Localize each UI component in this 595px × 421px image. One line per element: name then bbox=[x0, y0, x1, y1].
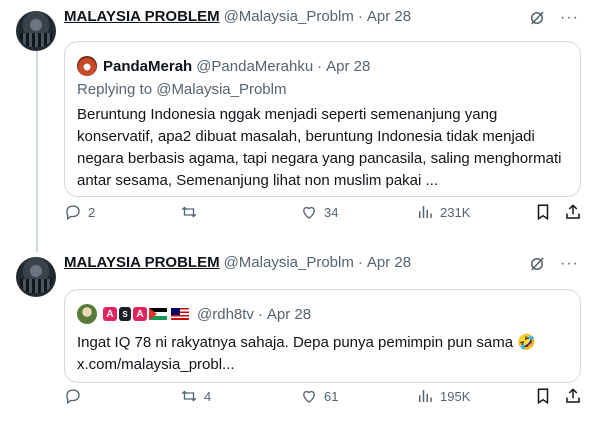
quote-date[interactable]: Apr 28 bbox=[267, 306, 311, 323]
name-badge-a: A bbox=[133, 307, 147, 321]
date-separator: · bbox=[357, 8, 363, 25]
heart-icon bbox=[303, 390, 315, 403]
views-count: 231K bbox=[440, 204, 471, 220]
tweet-top-actions: ··· bbox=[528, 255, 579, 273]
quote-body: Beruntung Indonesia nggak menjadi sepert… bbox=[77, 106, 562, 189]
like-button[interactable]: 34 bbox=[300, 203, 338, 221]
quote-author-handle[interactable]: @PandaMerahku bbox=[196, 58, 313, 75]
quote-body: Ingat IQ 78 ni rakyatnya sahaja. Depa pu… bbox=[77, 332, 568, 376]
like-button[interactable]: 61 bbox=[300, 387, 338, 405]
quote-date[interactable]: Apr 28 bbox=[326, 58, 370, 75]
quote-header: PandaMerah @PandaMerahku · Apr 28 bbox=[77, 54, 568, 78]
quote-body-line: Ingat IQ 78 ni rakyatnya sahaja. Depa pu… bbox=[77, 334, 536, 351]
share-icon bbox=[566, 204, 580, 219]
bookmark-icon bbox=[537, 388, 549, 405]
reply-icon bbox=[66, 389, 80, 405]
quote-header: A S A @rdh8tv · Apr 28 bbox=[77, 302, 568, 326]
views-button[interactable]: 195K bbox=[416, 387, 470, 405]
date-separator: · bbox=[257, 305, 263, 323]
avatar[interactable] bbox=[16, 257, 56, 297]
quote-avatar[interactable] bbox=[77, 56, 97, 76]
views-icon bbox=[419, 390, 432, 402]
author-name[interactable]: MALAYSIA PROBLEM bbox=[64, 8, 220, 25]
bookmark-button[interactable] bbox=[534, 203, 552, 221]
views-icon bbox=[419, 206, 432, 218]
palestine-flag-icon bbox=[149, 308, 167, 320]
reply-button[interactable] bbox=[64, 387, 88, 405]
share-icon bbox=[566, 388, 580, 403]
views-count: 195K bbox=[440, 388, 471, 404]
tweet-2[interactable]: MALAYSIA PROBLEM @Malaysia_Problm · Apr … bbox=[0, 246, 595, 421]
date-separator: · bbox=[357, 254, 363, 271]
more-icon[interactable]: ··· bbox=[560, 9, 579, 27]
reply-button[interactable]: 2 bbox=[64, 203, 95, 221]
date-separator: · bbox=[317, 57, 323, 75]
tweet-date[interactable]: Apr 28 bbox=[367, 8, 411, 25]
avatar[interactable] bbox=[16, 11, 56, 51]
retweet-icon bbox=[181, 390, 197, 402]
author-handle[interactable]: @Malaysia_Problm bbox=[224, 8, 354, 25]
malaysia-flag-icon bbox=[171, 308, 189, 320]
like-count: 34 bbox=[324, 204, 339, 220]
quote-avatar[interactable] bbox=[77, 304, 97, 324]
replying-to: Replying to @Malaysia_Problm bbox=[77, 81, 287, 98]
name-badge-a: A bbox=[103, 307, 117, 321]
reply-count: 2 bbox=[88, 204, 96, 220]
grok-icon[interactable] bbox=[528, 9, 546, 27]
bookmark-icon bbox=[537, 204, 549, 221]
tweet-date[interactable]: Apr 28 bbox=[367, 254, 411, 271]
tweet-header: MALAYSIA PROBLEM @Malaysia_Problm · Apr … bbox=[64, 254, 411, 271]
heart-icon bbox=[303, 206, 315, 219]
name-badge-mid: S bbox=[119, 307, 131, 321]
tweet-top-actions: ··· bbox=[528, 9, 579, 27]
like-count: 61 bbox=[324, 388, 339, 404]
quote-link[interactable]: x.com/malaysia_probl... bbox=[77, 354, 568, 376]
quote-author-handle[interactable]: @rdh8tv bbox=[197, 306, 254, 323]
bookmark-button[interactable] bbox=[534, 387, 552, 405]
tweet-header: MALAYSIA PROBLEM @Malaysia_Problm · Apr … bbox=[64, 8, 411, 25]
more-icon[interactable]: ··· bbox=[560, 255, 579, 273]
quote-author-name[interactable]: PandaMerah bbox=[103, 58, 192, 75]
reply-icon bbox=[66, 205, 80, 221]
retweet-button[interactable] bbox=[180, 203, 204, 221]
share-button[interactable] bbox=[564, 203, 582, 221]
retweet-icon bbox=[181, 206, 197, 218]
grok-icon[interactable] bbox=[528, 255, 546, 273]
views-button[interactable]: 231K bbox=[416, 203, 470, 221]
retweet-button[interactable]: 4 bbox=[180, 387, 211, 405]
tweet-1[interactable]: MALAYSIA PROBLEM @Malaysia_Problm · Apr … bbox=[0, 0, 595, 246]
quoted-tweet[interactable]: A S A @rdh8tv · Apr 28 Ingat IQ 78 ni ra… bbox=[64, 289, 581, 383]
retweet-count: 4 bbox=[204, 388, 212, 404]
author-name[interactable]: MALAYSIA PROBLEM bbox=[64, 254, 220, 271]
author-handle[interactable]: @Malaysia_Problm bbox=[224, 254, 354, 271]
quoted-tweet[interactable]: PandaMerah @PandaMerahku · Apr 28 Replyi… bbox=[64, 41, 581, 197]
share-button[interactable] bbox=[564, 387, 582, 405]
